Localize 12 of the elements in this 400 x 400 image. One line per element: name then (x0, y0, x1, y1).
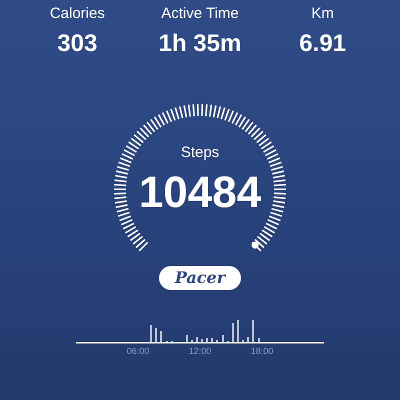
time-label: 12:00 (188, 345, 212, 358)
time-label: 06:00 (126, 345, 150, 358)
stat-label: Km (311, 4, 334, 24)
stat-label: Calories (50, 4, 105, 24)
stat-value: 6.91 (299, 29, 346, 59)
steps-count: 10484 (138, 168, 262, 216)
stat-value: 1h 35m (158, 29, 242, 59)
app-logo: Pacer (158, 266, 242, 290)
stat-label: Active Time (161, 4, 239, 24)
time-label: 18:00 (250, 345, 274, 358)
stat-value: 303 (57, 29, 98, 59)
steps-label: Steps (180, 143, 220, 163)
